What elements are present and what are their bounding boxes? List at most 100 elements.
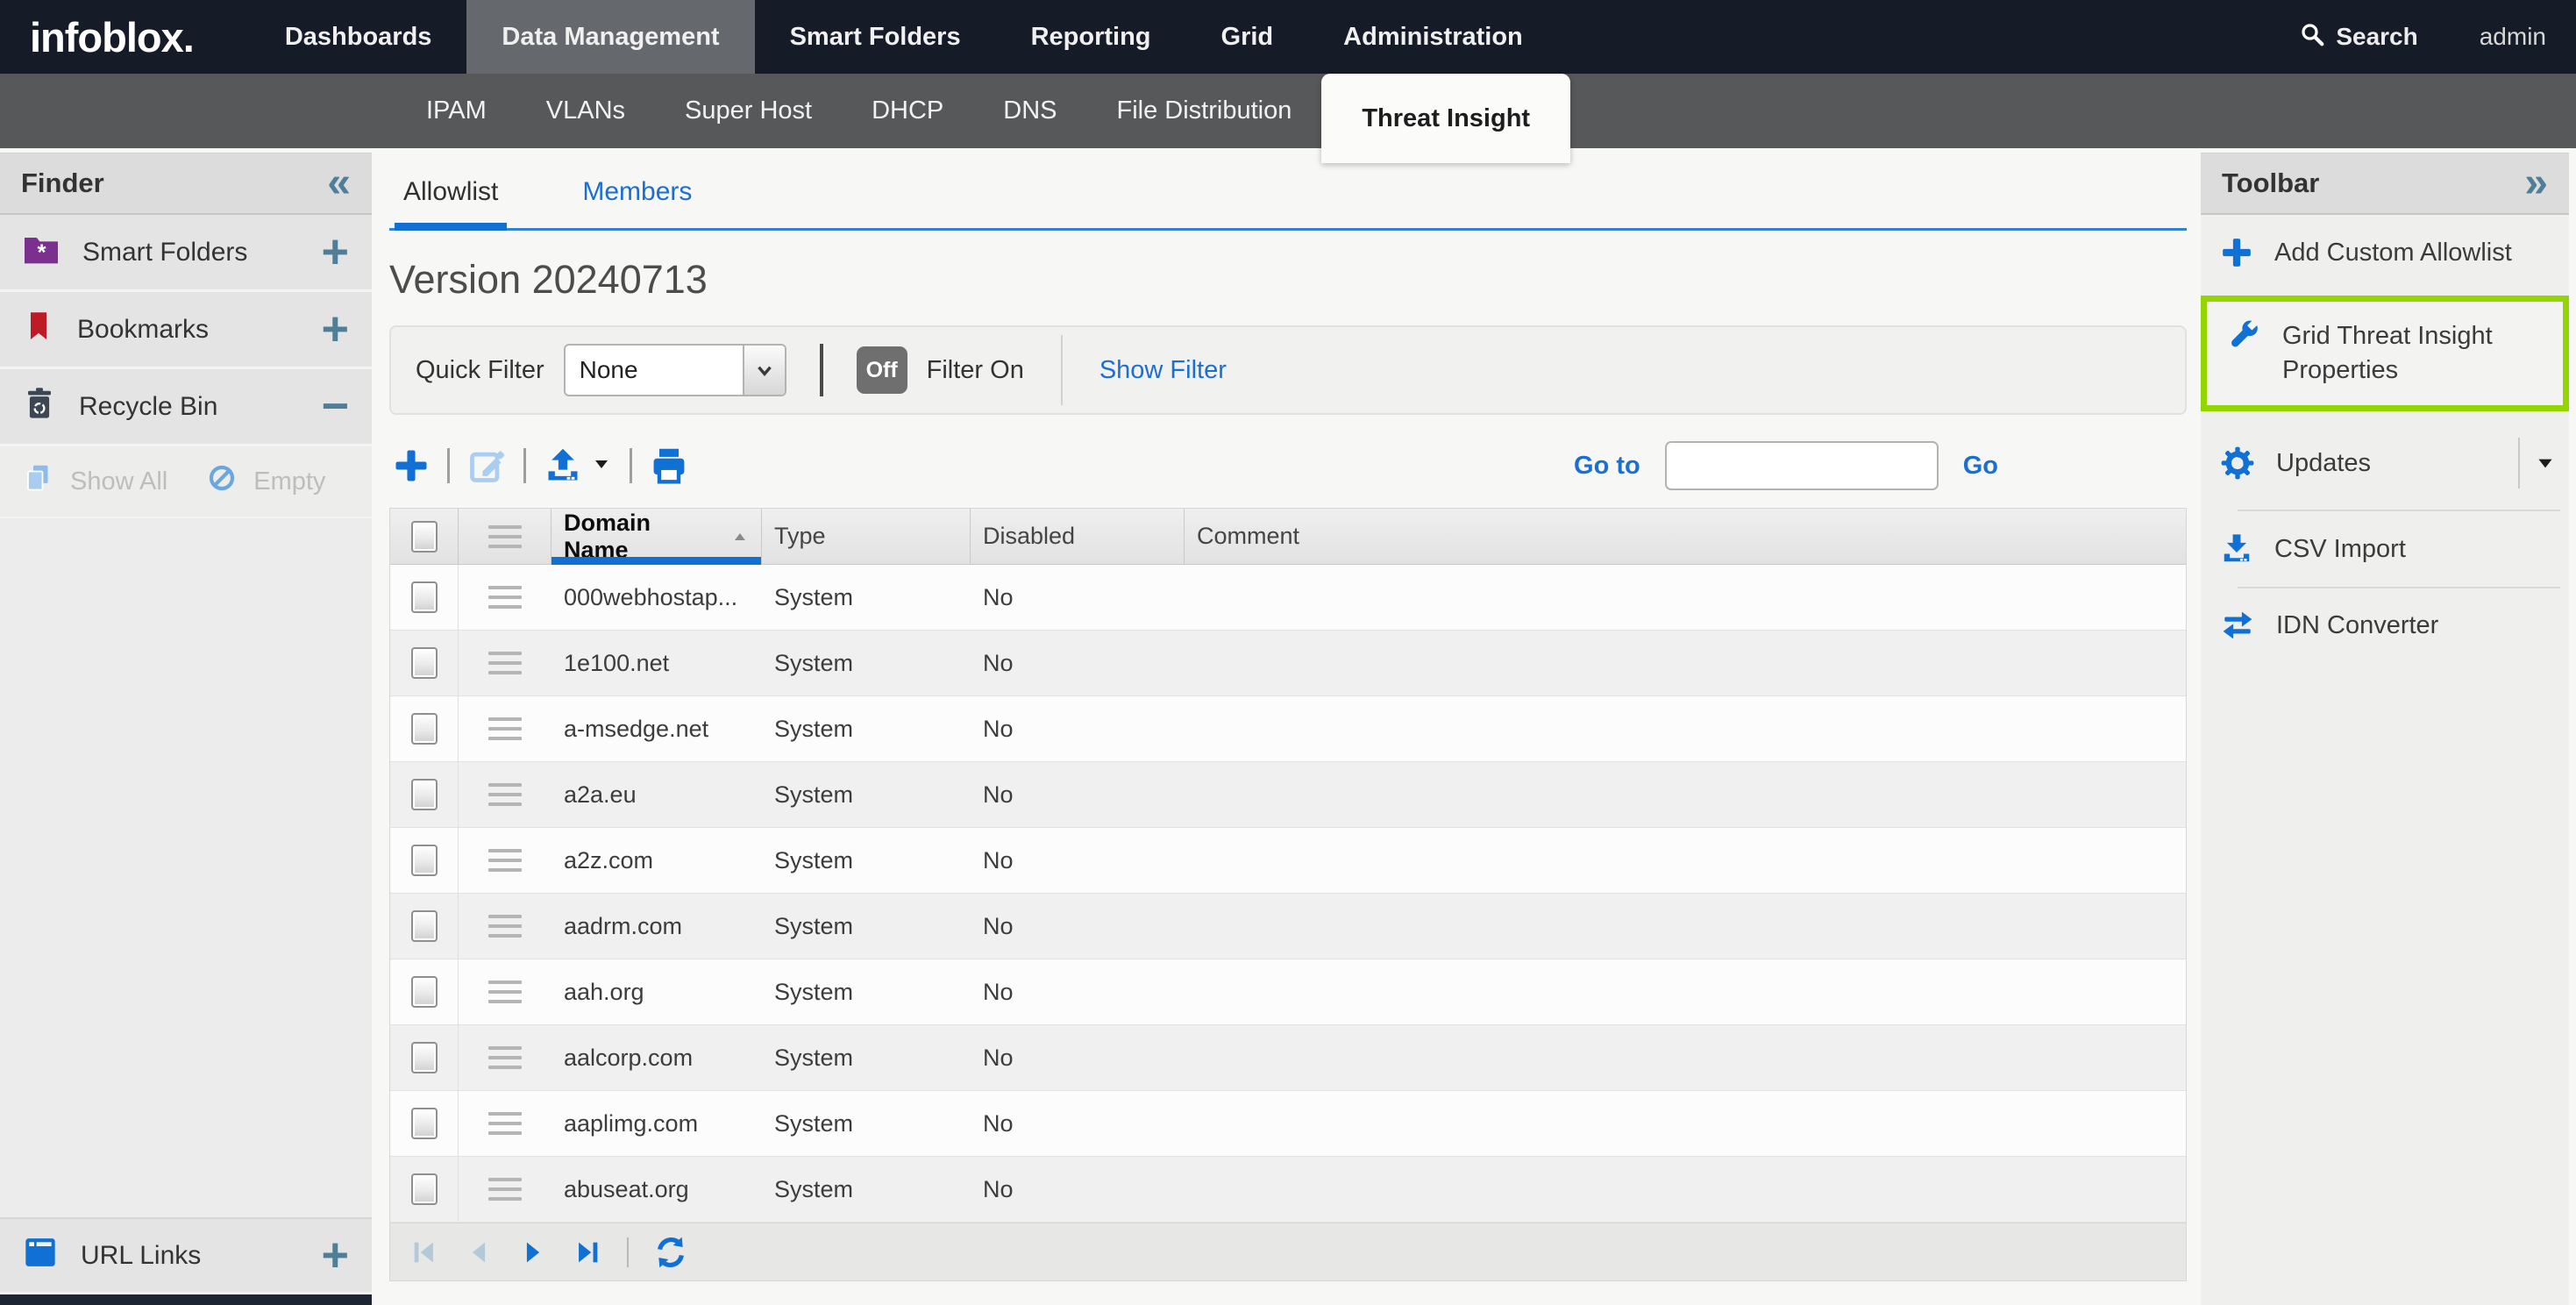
row-menu-icon[interactable]	[488, 974, 522, 1009]
table-row[interactable]: aaplimg.com System No	[390, 1091, 2186, 1157]
subnav-dns[interactable]: DNS	[973, 74, 1086, 148]
sorted-column-indicator	[551, 557, 761, 565]
toolbar-item-csv-import[interactable]: CSV Import	[2201, 511, 2569, 587]
column-header-domain-name[interactable]: Domain Name	[551, 509, 762, 564]
subnav-super-host[interactable]: Super Host	[655, 74, 842, 148]
row-checkbox[interactable]	[411, 647, 438, 679]
sort-asc-icon	[731, 530, 749, 544]
updates-dropdown[interactable]	[2518, 438, 2557, 488]
collapse-toolbar-icon[interactable]: »	[2524, 167, 2548, 200]
pager-divider	[627, 1237, 629, 1267]
table-header: Domain Name Type Disabled Comment	[390, 509, 2186, 565]
table-row[interactable]: aah.org System No	[390, 959, 2186, 1025]
subnav-file-distribution[interactable]: File Distribution	[1087, 74, 1322, 148]
empty-button[interactable]: Empty	[253, 467, 325, 496]
row-checkbox[interactable]	[411, 581, 438, 613]
row-menu-icon[interactable]	[488, 1106, 522, 1141]
print-button[interactable]	[650, 446, 688, 485]
cell-disabled: No	[971, 716, 1185, 743]
go-button[interactable]: Go	[1963, 452, 1998, 481]
subnav-ipam[interactable]: IPAM	[396, 74, 516, 148]
toolbar-item-add-custom-allowlist[interactable]: Add Custom Allowlist	[2201, 215, 2569, 290]
goto-input[interactable]	[1665, 441, 1939, 490]
table-row[interactable]: 1e100.net System No	[390, 631, 2186, 696]
row-menu-icon[interactable]	[488, 645, 522, 681]
upload-button[interactable]	[544, 446, 612, 485]
add-bookmark-button[interactable]: +	[321, 310, 349, 348]
row-menu-icon[interactable]	[488, 1040, 522, 1075]
edit-button-disabled[interactable]	[467, 446, 506, 485]
sidebar-item-url-links[interactable]: URL Links +	[0, 1217, 372, 1294]
table-row[interactable]: abuseat.org System No	[390, 1157, 2186, 1223]
row-checkbox[interactable]	[411, 845, 438, 876]
row-checkbox[interactable]	[411, 1173, 438, 1205]
user-menu[interactable]: admin	[2480, 23, 2546, 51]
first-page-button[interactable]	[409, 1237, 439, 1267]
nav-administration[interactable]: Administration	[1308, 0, 1558, 74]
toolbar-item-idn-converter[interactable]: IDN Converter	[2201, 588, 2569, 662]
cell-type: System	[762, 847, 971, 874]
subnav-dhcp[interactable]: DHCP	[842, 74, 973, 148]
nav-grid[interactable]: Grid	[1186, 0, 1309, 74]
row-menu-icon[interactable]	[488, 1172, 522, 1207]
infoblox-app: infoblox. Dashboards Data Management Sma…	[0, 0, 2576, 1305]
table-row[interactable]: 000webhostap... System No	[390, 565, 2186, 631]
nav-smart-folders[interactable]: Smart Folders	[755, 0, 996, 74]
column-header-comment[interactable]: Comment	[1185, 509, 2186, 564]
column-header-type[interactable]: Type	[762, 509, 971, 564]
row-checkbox[interactable]	[411, 779, 438, 810]
search-label: Search	[2336, 23, 2417, 51]
row-checkbox[interactable]	[411, 1108, 438, 1139]
upload-dropdown-caret-icon[interactable]	[591, 453, 612, 479]
row-menu-icon[interactable]	[488, 711, 522, 746]
column-header-disabled[interactable]: Disabled	[971, 509, 1185, 564]
collapse-recycle-bin-button[interactable]: −	[321, 388, 349, 425]
row-menu-icon[interactable]	[488, 909, 522, 944]
subnav-vlans[interactable]: VLANs	[516, 74, 655, 148]
table-row[interactable]: a-msedge.net System No	[390, 696, 2186, 762]
quick-filter-select[interactable]: None	[564, 344, 786, 396]
refresh-button[interactable]	[653, 1235, 688, 1270]
row-checkbox[interactable]	[411, 910, 438, 942]
subnav-threat-insight[interactable]: Threat Insight	[1321, 74, 1570, 163]
sidebar-item-bookmarks[interactable]: Bookmarks +	[0, 292, 372, 369]
table-row[interactable]: aalcorp.com System No	[390, 1025, 2186, 1091]
cell-disabled: No	[971, 1045, 1185, 1072]
add-url-link-button[interactable]: +	[321, 1237, 349, 1274]
search-icon	[2299, 21, 2325, 53]
show-all-button[interactable]: Show All	[70, 467, 167, 496]
tab-members[interactable]: Members	[573, 160, 701, 228]
nav-data-management[interactable]: Data Management	[466, 0, 754, 74]
add-button[interactable]	[393, 447, 430, 484]
quick-filter-chevron-icon[interactable]	[743, 346, 785, 395]
collapse-finder-icon[interactable]: «	[327, 167, 351, 200]
select-all-checkbox[interactable]	[411, 521, 438, 553]
table-row[interactable]: aadrm.com System No	[390, 894, 2186, 959]
toolbar-item-updates[interactable]: Updates	[2201, 417, 2569, 510]
sidebar-item-smart-folders[interactable]: * Smart Folders +	[0, 215, 372, 292]
row-checkbox[interactable]	[411, 1042, 438, 1073]
show-filter-link[interactable]: Show Filter	[1099, 356, 1227, 385]
row-menu-icon[interactable]	[488, 843, 522, 878]
row-menu-icon[interactable]	[488, 580, 522, 615]
column-label: Domain Name	[564, 510, 721, 564]
filter-toggle[interactable]: Off	[857, 346, 907, 394]
add-smart-folder-button[interactable]: +	[321, 233, 349, 271]
global-search-button[interactable]: Search	[2299, 21, 2417, 53]
cell-domain: a2a.eu	[551, 781, 762, 809]
header-menu-icon[interactable]	[488, 519, 522, 554]
table-row[interactable]: a2a.eu System No	[390, 762, 2186, 828]
previous-page-button[interactable]	[464, 1237, 494, 1267]
nav-reporting[interactable]: Reporting	[996, 0, 1186, 74]
toolbar-item-grid-threat-insight-properties[interactable]: Grid Threat Insight Properties	[2207, 302, 2563, 405]
last-page-button[interactable]	[573, 1237, 602, 1267]
tab-allowlist[interactable]: Allowlist	[395, 160, 507, 231]
table-row[interactable]: a2z.com System No	[390, 828, 2186, 894]
row-checkbox[interactable]	[411, 713, 438, 745]
row-checkbox[interactable]	[411, 976, 438, 1008]
sidebar-item-recycle-bin[interactable]: Recycle Bin −	[0, 369, 372, 446]
content-layout: Finder « * Smart Folders + Bookmarks +	[0, 148, 2576, 1305]
next-page-button[interactable]	[518, 1237, 548, 1267]
nav-dashboards[interactable]: Dashboards	[250, 0, 467, 74]
row-menu-icon[interactable]	[488, 777, 522, 812]
